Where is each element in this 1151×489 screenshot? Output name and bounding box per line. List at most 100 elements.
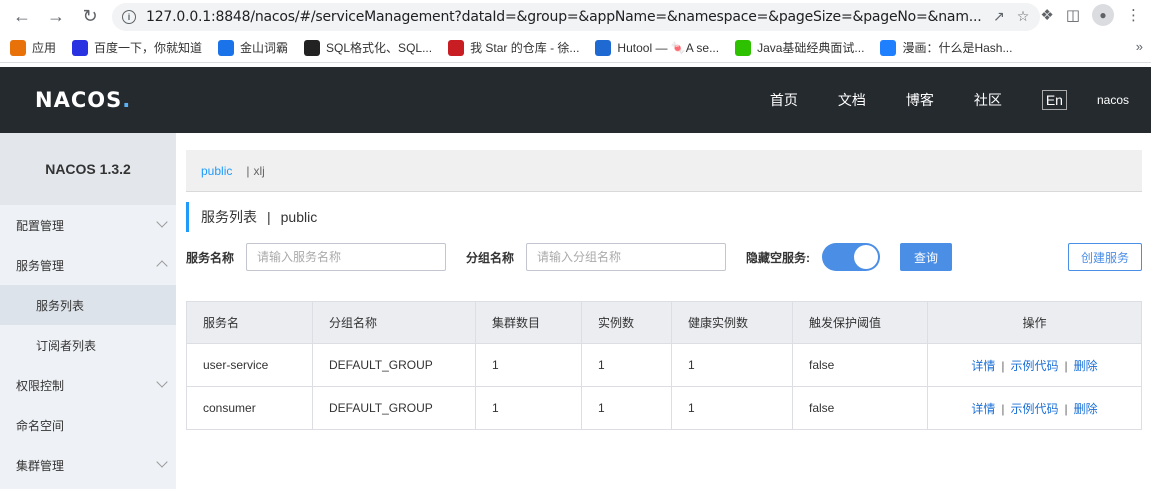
url-text[interactable]: 127.0.0.1:8848/nacos/#/serviceManagement… bbox=[146, 9, 981, 25]
bookmark-label: 百度一下，你就知道 bbox=[94, 41, 203, 55]
group-name-input[interactable] bbox=[526, 243, 727, 271]
language-switch-button[interactable]: En bbox=[1041, 90, 1067, 110]
bookmark-item[interactable]: Java基础经典面试... bbox=[735, 39, 864, 56]
nav-docs[interactable]: 文档 bbox=[838, 90, 866, 110]
sidebar-item[interactable]: 配置管理 bbox=[0, 205, 176, 245]
cell-protect-threshold: false bbox=[792, 343, 928, 387]
namespace-xlj[interactable]: xlj bbox=[253, 164, 264, 178]
action-separator: | bbox=[1064, 401, 1068, 416]
delete-link[interactable]: 删除 bbox=[1074, 402, 1098, 416]
table-header-row: 服务名 分组名称 集群数目 实例数 健康实例数 触发保护阈值 操作 bbox=[186, 301, 1142, 344]
bookmark-label: 漫画：什么是Hash... bbox=[902, 41, 1013, 55]
table-row: user-service DEFAULT_GROUP 1 1 1 false 详情 | 示例代码… bbox=[186, 343, 1142, 387]
main-content: public | xlj 服务列表 | public 服务名称 分组名称 隐藏空… bbox=[186, 150, 1142, 430]
sidebar-item-label: 命名空间 bbox=[16, 418, 65, 433]
sidebar-menu: 配置管理服务管理服务列表订阅者列表权限控制命名空间集群管理 bbox=[0, 205, 176, 485]
page-title-namespace: public bbox=[280, 209, 318, 225]
cell-healthy-count: 1 bbox=[671, 343, 793, 387]
nacos-logo[interactable]: NACOS. bbox=[35, 88, 131, 112]
detail-link[interactable]: 详情 bbox=[971, 359, 995, 373]
cell-service-name: consumer bbox=[186, 386, 313, 430]
col-actions: 操作 bbox=[927, 301, 1142, 344]
bookmark-label: 我 Star 的仓库 - 徐... bbox=[470, 41, 580, 55]
col-healthy-count: 健康实例数 bbox=[671, 301, 793, 344]
reload-icon[interactable]: ↻ bbox=[78, 5, 102, 29]
col-cluster-count: 集群数目 bbox=[475, 301, 582, 344]
action-separator: | bbox=[1001, 401, 1005, 416]
namespace-public[interactable]: public bbox=[201, 164, 232, 178]
sidebar-item-label: 服务列表 bbox=[36, 298, 85, 313]
col-service-name: 服务名 bbox=[186, 301, 313, 344]
bookmark-item[interactable]: Hutool — 🍬A se... bbox=[595, 39, 720, 56]
profile-avatar-icon[interactable]: ● bbox=[1092, 4, 1114, 26]
user-name[interactable]: nacos bbox=[1097, 93, 1129, 107]
back-arrow-icon[interactable]: ← bbox=[10, 5, 34, 29]
service-table: 服务名 分组名称 集群数目 实例数 健康实例数 触发保护阈值 操作 user-s… bbox=[186, 301, 1142, 430]
sidebar-item-label: 订阅者列表 bbox=[36, 338, 97, 353]
page-title-text: 服务列表 bbox=[201, 209, 257, 225]
chevron-down-icon bbox=[156, 456, 168, 468]
delete-link[interactable]: 删除 bbox=[1074, 359, 1098, 373]
bookmark-item[interactable]: 我 Star 的仓库 - 徐... bbox=[448, 39, 579, 56]
page-title-separator: | bbox=[267, 209, 271, 225]
action-separator: | bbox=[1064, 358, 1068, 373]
sidebar-item[interactable]: 订阅者列表 bbox=[0, 325, 176, 365]
bookmark-item[interactable]: SQL格式化、SQL... bbox=[304, 39, 432, 56]
bookmark-label: SQL格式化、SQL... bbox=[326, 41, 433, 55]
filter-row: 服务名称 分组名称 隐藏空服务: 查询 创建服务 bbox=[186, 242, 1142, 272]
sidebar-item[interactable]: 服务列表 bbox=[0, 285, 176, 325]
col-instance-count: 实例数 bbox=[581, 301, 672, 344]
hutool-icon bbox=[595, 39, 612, 56]
chevron-down-icon bbox=[156, 216, 168, 228]
sidebar-item[interactable]: 命名空间 bbox=[0, 405, 176, 445]
nav-home[interactable]: 首页 bbox=[770, 90, 798, 110]
sidebar-item[interactable]: 服务管理 bbox=[0, 245, 176, 285]
create-service-button[interactable]: 创建服务 bbox=[1067, 243, 1142, 271]
menu-kebab-icon[interactable]: ⋮ bbox=[1126, 6, 1141, 24]
version-label: NACOS 1.3.2 bbox=[0, 133, 176, 205]
sidebar-item[interactable]: 集群管理 bbox=[0, 445, 176, 485]
bookmarks-bar: 应用 百度一下，你就知道 金山词霸 SQL格式化、SQL... 我 Star 的仓库 -… bbox=[0, 33, 1151, 63]
extension-area: ❖ ◫ ● ⋮ bbox=[1040, 4, 1141, 26]
sidebar-item-label: 服务管理 bbox=[16, 258, 65, 273]
bookmark-label: 应用 bbox=[32, 41, 57, 55]
nav-community[interactable]: 社区 bbox=[974, 90, 1002, 110]
bookmark-item[interactable]: 金山词霸 bbox=[218, 39, 288, 56]
logo-dot: . bbox=[122, 88, 132, 112]
sidebar-item[interactable]: 权限控制 bbox=[0, 365, 176, 405]
extensions-puzzle-icon[interactable]: ❖ bbox=[1040, 6, 1053, 24]
cell-protect-threshold: false bbox=[792, 386, 928, 430]
sample-code-link[interactable]: 示例代码 bbox=[1010, 402, 1058, 416]
service-name-input[interactable] bbox=[246, 243, 447, 271]
site-info-icon[interactable]: i bbox=[122, 9, 136, 24]
toggle-knob bbox=[854, 245, 879, 269]
more-bookmarks-icon[interactable]: » bbox=[1136, 39, 1143, 54]
cell-cluster-count: 1 bbox=[475, 386, 582, 430]
cell-instance-count: 1 bbox=[581, 343, 672, 387]
cell-instance-count: 1 bbox=[581, 386, 672, 430]
share-icon[interactable]: ↗ bbox=[993, 8, 1005, 25]
chevron-up-icon bbox=[156, 260, 168, 272]
bookmark-item[interactable]: 应用 bbox=[10, 39, 56, 56]
forward-arrow-icon[interactable]: → bbox=[44, 5, 68, 29]
bookmark-star-icon[interactable]: ☆ bbox=[1017, 8, 1030, 25]
address-bar[interactable]: i 127.0.0.1:8848/nacos/#/serviceManageme… bbox=[112, 2, 1040, 31]
query-button[interactable]: 查询 bbox=[900, 243, 953, 271]
service-name-label: 服务名称 bbox=[186, 250, 235, 265]
baidu-paw-icon bbox=[72, 39, 89, 56]
bookmark-item[interactable]: 百度一下，你就知道 bbox=[72, 39, 202, 56]
cell-group-name: DEFAULT_GROUP bbox=[312, 386, 476, 430]
bookmark-item[interactable]: 漫画：什么是Hash... bbox=[880, 39, 1012, 56]
app-header: NACOS. 首页 文档 博客 社区 En nacos bbox=[0, 67, 1151, 133]
hide-empty-toggle[interactable] bbox=[822, 243, 881, 271]
bookmark-label: 金山词霸 bbox=[240, 41, 289, 55]
sample-code-link[interactable]: 示例代码 bbox=[1010, 359, 1058, 373]
detail-link[interactable]: 详情 bbox=[971, 402, 995, 416]
side-panel-icon[interactable]: ◫ bbox=[1066, 6, 1080, 24]
bookmark-label: Hutool — 🍬A se... bbox=[617, 40, 720, 55]
nav-blog[interactable]: 博客 bbox=[906, 90, 934, 110]
gitee-icon bbox=[448, 39, 465, 56]
apps-grid-icon bbox=[10, 39, 26, 56]
cell-actions: 详情 | 示例代码 | 删除 bbox=[927, 386, 1142, 430]
cell-cluster-count: 1 bbox=[475, 343, 582, 387]
